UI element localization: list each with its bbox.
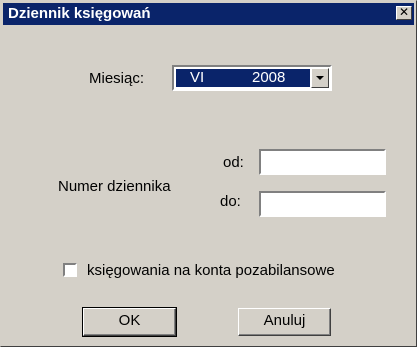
journal-number-label: Numer dziennika [58,178,171,195]
dialog-window: Dziennik księgowań ✕ Miesiąc: VI 2008 Nu… [0,0,417,347]
close-icon: ✕ [398,5,410,19]
journal-from-field[interactable] [259,149,386,175]
month-dropdown-button[interactable] [311,68,329,88]
month-select[interactable]: VI 2008 [172,65,332,91]
ok-button[interactable]: OK [82,307,177,337]
from-label: od: [223,154,244,171]
to-label: do: [220,193,241,210]
chevron-down-icon [316,76,324,80]
month-select-value: VI 2008 [176,69,310,87]
month-label: Miesiąc: [89,70,145,87]
off-balance-checkbox[interactable] [63,263,77,277]
close-button[interactable]: ✕ [396,6,412,20]
window-title: Dziennik księgowań [8,5,151,22]
cancel-button[interactable]: Anuluj [238,308,331,336]
selected-year: 2008 [252,69,286,86]
journal-to-field[interactable] [259,191,386,217]
title-bar[interactable]: Dziennik księgowań ✕ [3,3,414,25]
off-balance-label[interactable]: księgowania na konta pozabilansowe [87,262,335,279]
selected-month: VI [190,69,205,86]
